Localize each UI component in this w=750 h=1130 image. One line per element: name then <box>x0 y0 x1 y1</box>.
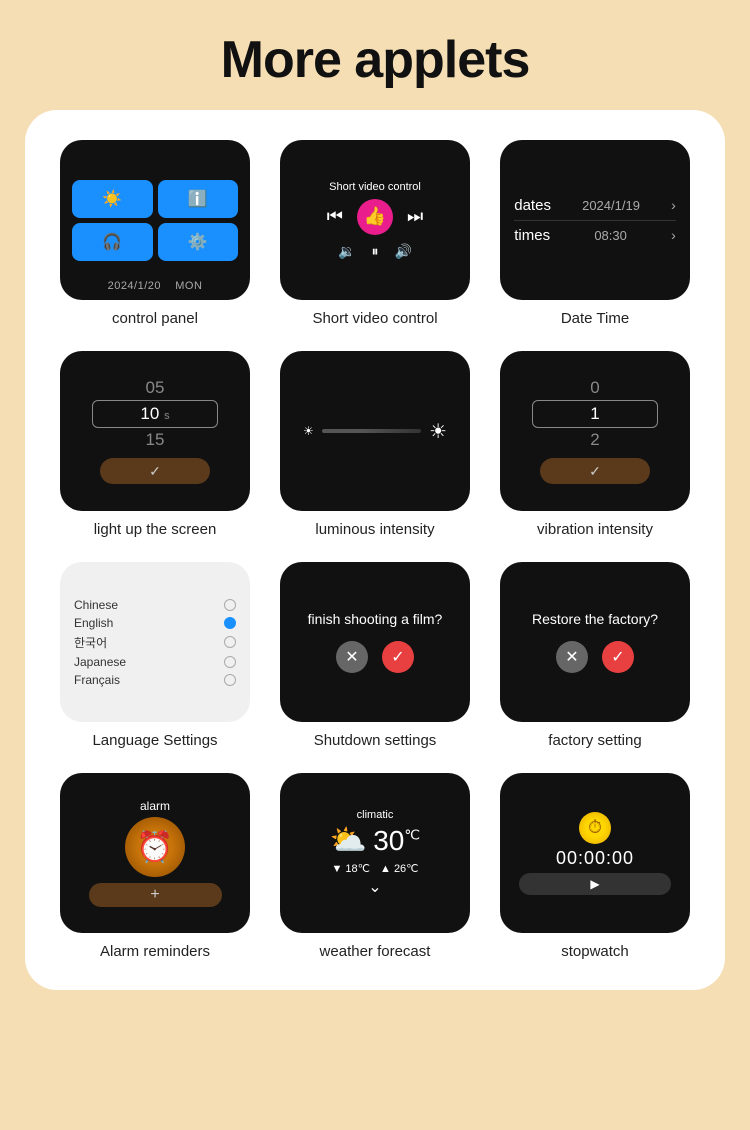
svc-like: 👍 <box>357 199 393 235</box>
weather-icon: climatic ⛅ 30℃ ▼ 18℃ ▲ 26℃ ⌄ <box>280 773 470 933</box>
short-video-label: Short video control <box>312 310 437 327</box>
vibration-label: vibration intensity <box>537 521 653 538</box>
picker-top: 05 <box>146 378 165 398</box>
applet-vibration[interactable]: 0 1 2 ✓ vibration intensity <box>493 351 697 538</box>
svc-pause: ⏸ <box>372 243 379 260</box>
applets-card: ☀️ ℹ️ 🎧 ⚙️ 2024/1/20 MON control panel S… <box>25 110 725 990</box>
cp-btn-headphone: 🎧 <box>72 223 153 261</box>
svc-vol-up: 🔊 <box>395 243 412 260</box>
vib-confirm: ✓ <box>540 458 651 484</box>
lang-radio-japanese <box>224 656 236 668</box>
picker-bot: 15 <box>146 430 165 450</box>
weather-header: climatic <box>357 809 394 821</box>
page-title: More applets <box>221 30 530 90</box>
date-time-label: Date Time <box>561 310 629 327</box>
vib-mid: 1 <box>532 400 658 428</box>
cp-btn-gear: ⚙️ <box>158 223 239 261</box>
factory-label: factory setting <box>548 732 641 749</box>
picker-confirm: ✓ <box>100 458 211 484</box>
factory-question: Restore the factory? <box>532 611 658 627</box>
weather-low: ▼ 18℃ <box>331 862 370 875</box>
short-video-icon: Short video control ⏮ 👍 ⏭ 🔉 ⏸ 🔊 <box>280 140 470 300</box>
alarm-clock: ⏰ <box>125 817 185 877</box>
weather-label: weather forecast <box>320 943 431 960</box>
alarm-header: alarm <box>140 799 170 813</box>
applet-language[interactable]: Chinese English 한국어 Japanese <box>53 562 257 749</box>
applet-shutdown[interactable]: finish shooting a film? ✕ ✓ Shutdown set… <box>273 562 477 749</box>
applets-grid: ☀️ ℹ️ 🎧 ⚙️ 2024/1/20 MON control panel S… <box>53 140 697 960</box>
shutdown-label: Shutdown settings <box>314 732 437 749</box>
lang-chinese: Chinese <box>74 596 236 614</box>
applet-weather[interactable]: climatic ⛅ 30℃ ▼ 18℃ ▲ 26℃ ⌄ weather for… <box>273 773 477 960</box>
date-time-icon: dates 2024/1/19 › times 08:30 › <box>500 140 690 300</box>
shutdown-icon: finish shooting a film? ✕ ✓ <box>280 562 470 722</box>
lang-radio-english <box>224 617 236 629</box>
sw-play-icon: ▶ <box>590 877 599 891</box>
shutdown-confirm: ✓ <box>382 641 414 673</box>
luminous-icon: ☀ ☀ <box>280 351 470 511</box>
vib-top: 0 <box>590 378 599 398</box>
applet-short-video[interactable]: Short video control ⏮ 👍 ⏭ 🔉 ⏸ 🔊 Short vi… <box>273 140 477 327</box>
lang-radio-korean <box>224 636 236 648</box>
lang-radio-chinese <box>224 599 236 611</box>
factory-confirm: ✓ <box>602 641 634 673</box>
alarm-icon: alarm ⏰ + <box>60 773 250 933</box>
applet-light-screen[interactable]: 05 10 s 15 ✓ light up the screen <box>53 351 257 538</box>
language-label: Language Settings <box>92 732 217 749</box>
svc-vol-down: 🔉 <box>338 243 355 260</box>
svc-header: Short video control <box>329 181 421 193</box>
luminous-label: luminous intensity <box>315 521 434 538</box>
applet-date-time[interactable]: dates 2024/1/19 › times 08:30 › Date Tim… <box>493 140 697 327</box>
sw-time: 00:00:00 <box>556 848 634 869</box>
lang-english: English <box>74 614 236 632</box>
lang-radio-french <box>224 674 236 686</box>
applet-luminous[interactable]: ☀ ☀ luminous intensity <box>273 351 477 538</box>
control-panel-label: control panel <box>112 310 198 327</box>
factory-icon: Restore the factory? ✕ ✓ <box>500 562 690 722</box>
shutdown-cancel: ✕ <box>336 641 368 673</box>
control-panel-icon: ☀️ ℹ️ 🎧 ⚙️ 2024/1/20 MON <box>60 140 250 300</box>
dt-times-val: 08:30 <box>594 228 627 243</box>
dt-times-key: times <box>514 227 550 244</box>
light-screen-icon: 05 10 s 15 ✓ <box>60 351 250 511</box>
cp-btn-sun: ☀️ <box>72 180 153 218</box>
lang-korean: 한국어 <box>74 632 236 653</box>
cp-btn-info: ℹ️ <box>158 180 239 218</box>
lum-sun-large: ☀ <box>429 419 447 444</box>
factory-cancel: ✕ <box>556 641 588 673</box>
stopwatch-icon: ⏱ 00:00:00 ▶ <box>500 773 690 933</box>
stopwatch-label: stopwatch <box>561 943 629 960</box>
applet-factory[interactable]: Restore the factory? ✕ ✓ factory setting <box>493 562 697 749</box>
sw-coin: ⏱ <box>579 812 611 844</box>
light-screen-label: light up the screen <box>94 521 217 538</box>
svc-prev: ⏮ <box>327 206 343 227</box>
weather-emoji: ⛅ <box>330 823 367 858</box>
alarm-label: Alarm reminders <box>100 943 210 960</box>
dt-dates-val: 2024/1/19 <box>582 198 640 213</box>
picker-mid: 10 s <box>92 400 218 428</box>
weather-high: ▲ 26℃ <box>380 862 419 875</box>
applet-stopwatch[interactable]: ⏱ 00:00:00 ▶ stopwatch <box>493 773 697 960</box>
cp-date: 2024/1/20 MON <box>108 280 203 292</box>
sw-bar: ▶ <box>519 873 671 895</box>
lang-japanese: Japanese <box>74 653 236 671</box>
vibration-icon: 0 1 2 ✓ <box>500 351 690 511</box>
weather-temp: 30℃ <box>373 825 420 857</box>
lang-french: Français <box>74 671 236 689</box>
language-icon: Chinese English 한국어 Japanese <box>60 562 250 722</box>
shutdown-question: finish shooting a film? <box>308 611 443 627</box>
lum-sun-small: ☀ <box>303 424 314 438</box>
vib-bot: 2 <box>590 430 599 450</box>
svc-next: ⏭ <box>407 206 423 227</box>
alarm-plus: + <box>89 883 222 907</box>
weather-down-arrow: ⌄ <box>368 877 381 897</box>
dt-dates-key: dates <box>514 197 551 214</box>
applet-control-panel[interactable]: ☀️ ℹ️ 🎧 ⚙️ 2024/1/20 MON control panel <box>53 140 257 327</box>
applet-alarm[interactable]: alarm ⏰ + Alarm reminders <box>53 773 257 960</box>
lum-bar <box>322 429 421 433</box>
